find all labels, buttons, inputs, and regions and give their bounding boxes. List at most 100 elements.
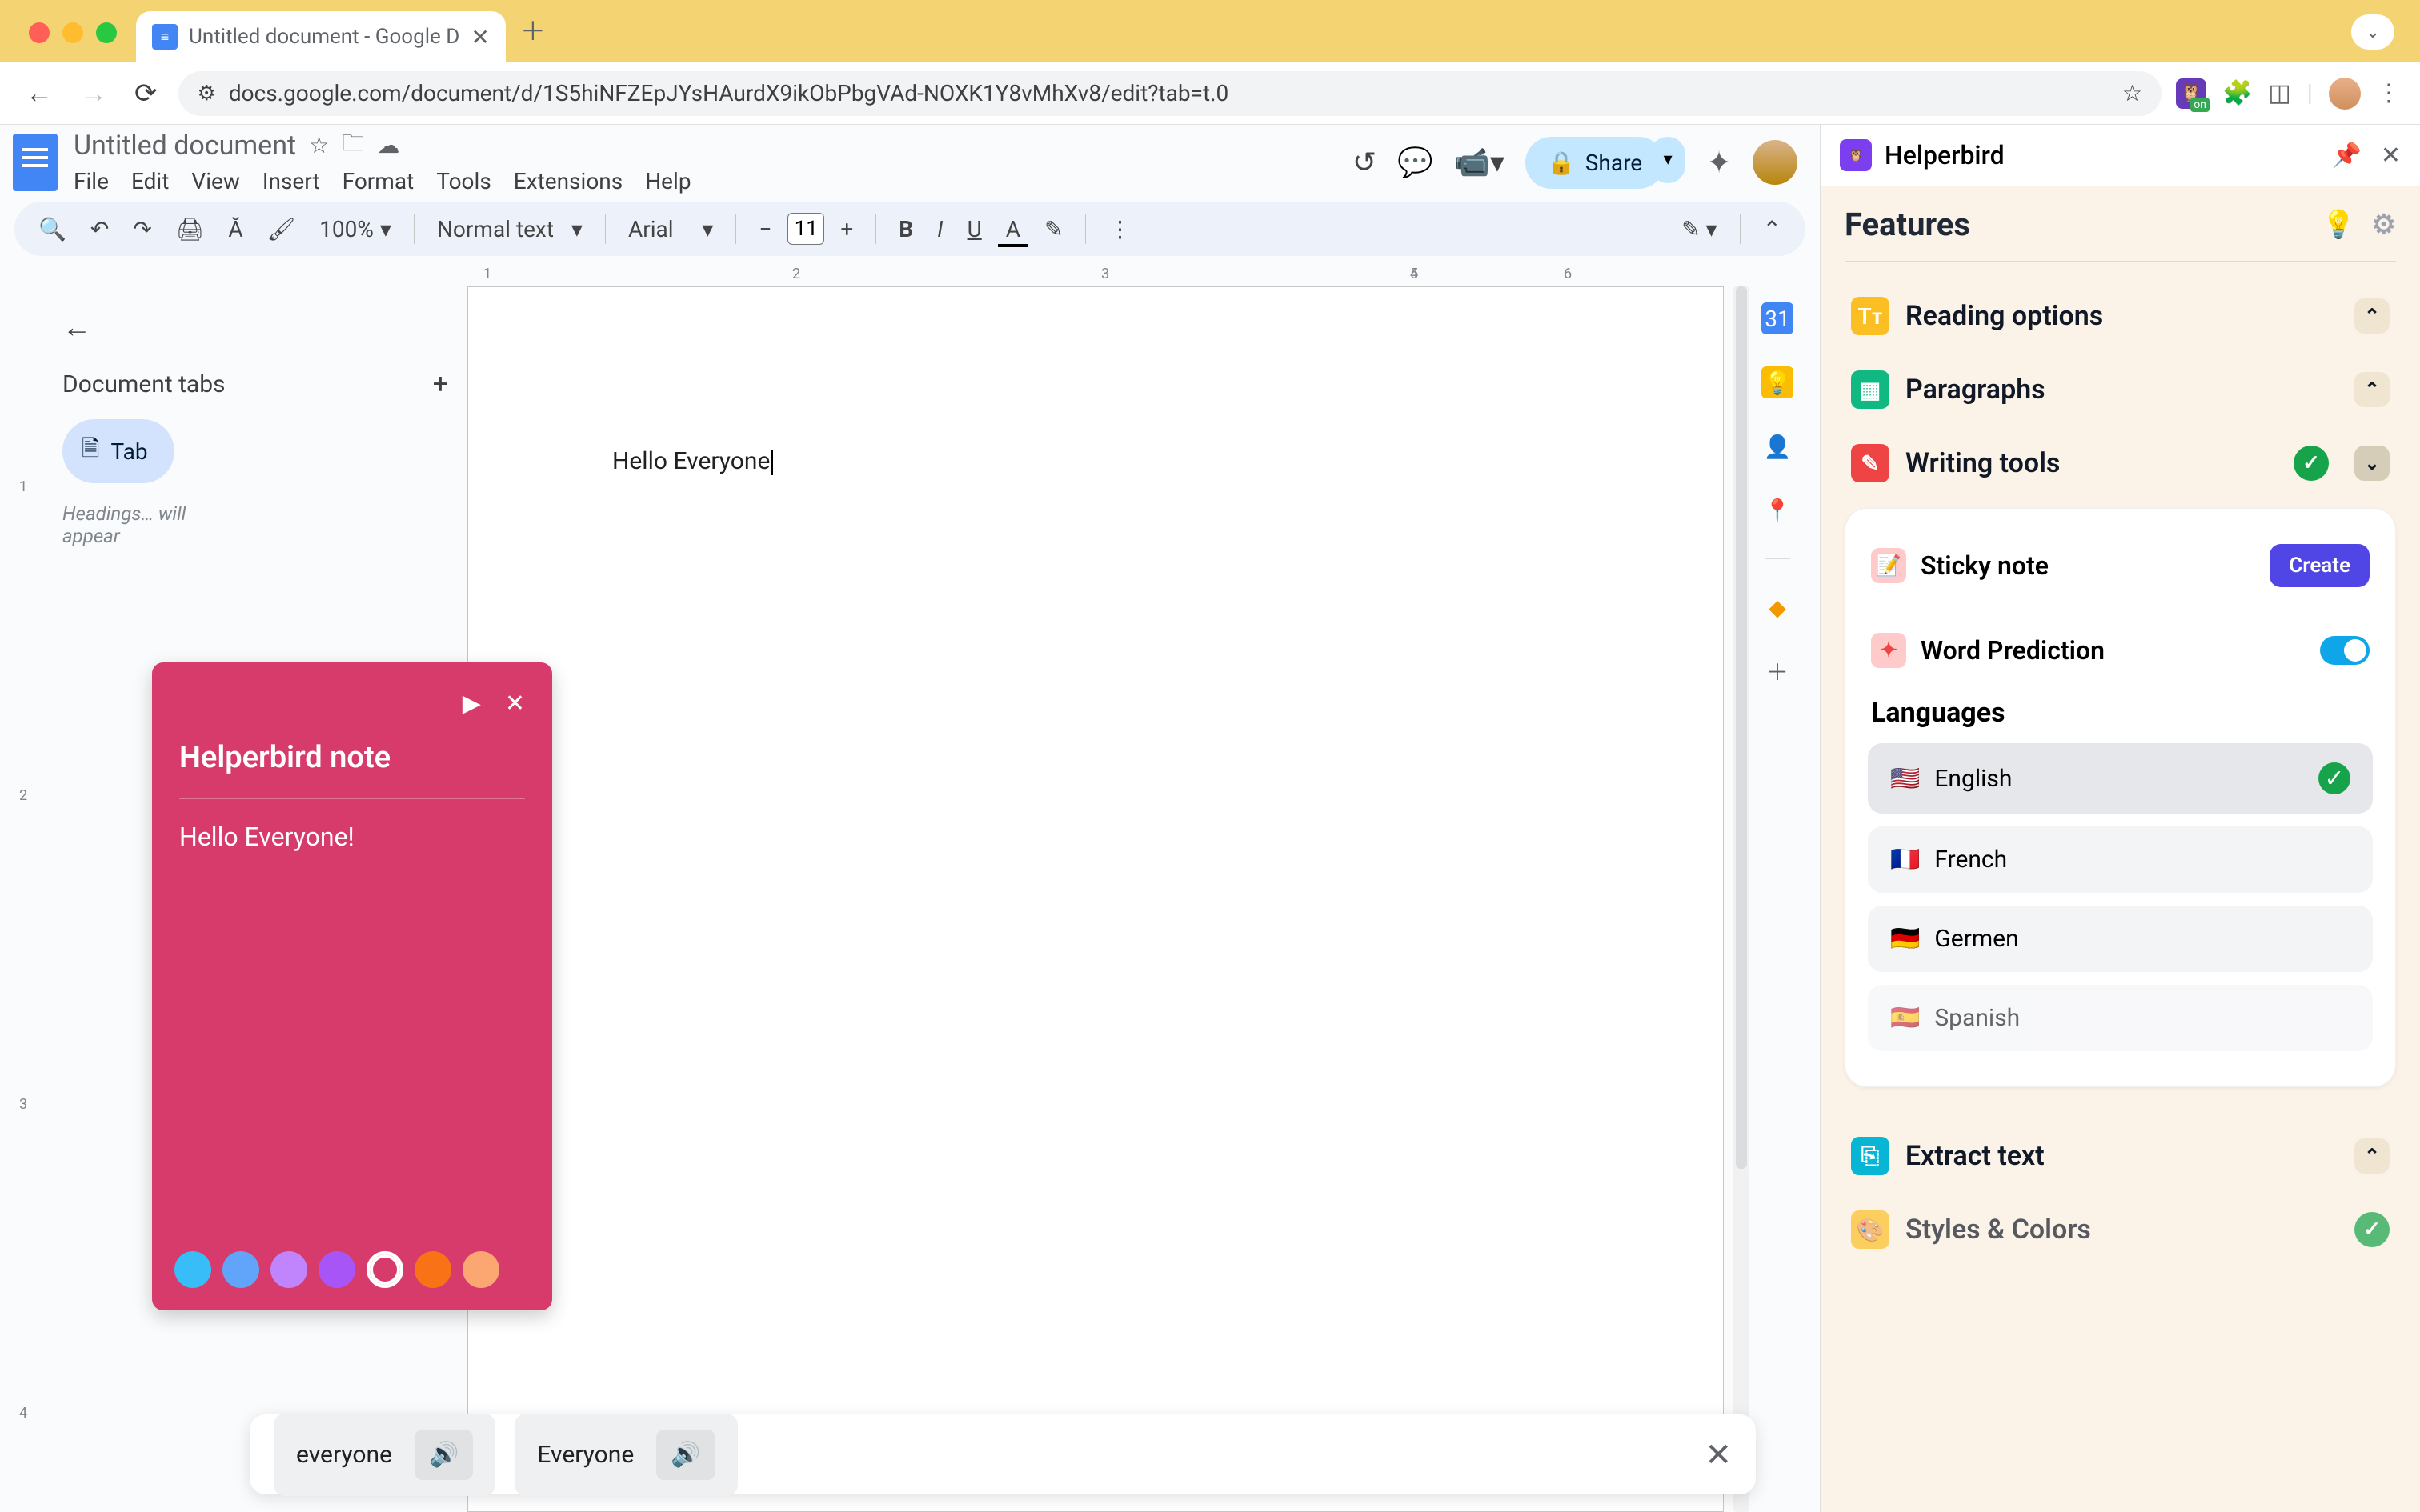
document-tab-active[interactable]: 🗎 Tab — [62, 419, 174, 483]
row-paragraphs[interactable]: ▦ Paragraphs ⌃ — [1845, 353, 2396, 426]
menu-view[interactable]: View — [191, 168, 240, 194]
panel-close-icon[interactable]: ✕ — [2381, 142, 2401, 170]
search-icon[interactable]: 🔍 — [30, 211, 74, 247]
sidebar-back-icon[interactable]: ← — [62, 310, 91, 344]
contacts-rail-icon[interactable]: 👤 — [1761, 430, 1793, 462]
redo-icon[interactable]: ↷ — [125, 211, 159, 247]
fontsize-decrease[interactable]: − — [751, 211, 779, 247]
add-addon-icon[interactable]: ＋ — [1761, 655, 1793, 687]
paint-format-icon[interactable]: 🖌 — [259, 211, 304, 247]
comments-icon[interactable]: 💬 — [1397, 146, 1433, 179]
chevron-up-icon[interactable]: ⌃ — [2354, 298, 2390, 334]
move-icon[interactable]: 🗀 — [342, 126, 364, 165]
sticky-close-icon[interactable]: ✕ — [505, 690, 525, 718]
language-item-french[interactable]: 🇫🇷 French — [1868, 826, 2373, 893]
chrome-menu-icon[interactable]: ⋮ — [2377, 79, 2401, 107]
share-dropdown[interactable]: ▾ — [1650, 137, 1685, 183]
menu-tools[interactable]: Tools — [436, 168, 491, 194]
word-prediction-toggle[interactable] — [2320, 636, 2370, 665]
window-zoom[interactable] — [96, 22, 117, 43]
maps-rail-icon[interactable]: 📍 — [1761, 494, 1793, 526]
row-styles-colors[interactable]: 🎨 Styles & Colors ✓ — [1845, 1193, 2396, 1266]
zoom-select[interactable]: 100% ▾ — [311, 211, 399, 247]
menu-insert[interactable]: Insert — [262, 168, 320, 194]
chevron-down-icon[interactable]: ⌄ — [2354, 446, 2390, 481]
pin-icon[interactable]: 📌 — [2332, 142, 2362, 170]
sticky-color-swatch[interactable] — [222, 1251, 259, 1288]
sticky-color-swatch[interactable] — [270, 1251, 307, 1288]
window-minimize[interactable] — [62, 22, 83, 43]
menu-help[interactable]: Help — [645, 168, 691, 194]
italic-button[interactable]: I — [929, 211, 951, 247]
highlight-button[interactable]: ✎ — [1036, 211, 1071, 247]
window-close[interactable] — [29, 22, 50, 43]
language-item-german[interactable]: 🇩🇪 Germen — [1868, 906, 2373, 972]
chevron-up-icon[interactable]: ⌃ — [2354, 1138, 2390, 1174]
account-avatar[interactable] — [1753, 140, 1797, 185]
more-formatting-icon[interactable]: ⋮ — [1100, 211, 1139, 247]
extension-helperbird-icon[interactable]: 🦉on — [2176, 78, 2206, 109]
keep-rail-icon[interactable]: 💡 — [1761, 366, 1793, 398]
row-reading-options[interactable]: Tᴛ Reading options ⌃ — [1845, 279, 2396, 353]
paragraph-style-select[interactable]: Normal text ▾ — [429, 211, 591, 247]
back-button[interactable]: ← — [19, 78, 59, 110]
calendar-rail-icon[interactable]: 31 — [1761, 302, 1793, 334]
gemini-icon[interactable]: ✦ — [1706, 145, 1732, 181]
star-icon[interactable]: ☆ — [309, 132, 329, 158]
row-extract-text[interactable]: ⎘ Extract text ⌃ — [1845, 1119, 2396, 1193]
row-writing-tools[interactable]: ✎ Writing tools ✓ ⌄ — [1845, 426, 2396, 500]
forward-button[interactable]: → — [74, 78, 114, 110]
prediction-chip[interactable]: everyone 🔊 — [274, 1414, 495, 1496]
vertical-ruler[interactable]: 1 2 3 4 — [14, 286, 43, 1512]
meet-icon[interactable]: 📹▾ — [1454, 146, 1504, 179]
history-icon[interactable]: ↺ — [1352, 146, 1376, 179]
prediction-chip[interactable]: Everyone 🔊 — [515, 1414, 737, 1496]
font-family-select[interactable]: Arial ▾ — [620, 211, 721, 247]
profile-avatar-icon[interactable] — [2329, 78, 2361, 110]
undo-icon[interactable]: ↶ — [82, 211, 117, 247]
chevron-up-icon[interactable]: ⌃ — [2354, 372, 2390, 407]
menu-file[interactable]: File — [74, 168, 109, 194]
speak-icon[interactable]: 🔊 — [656, 1430, 715, 1480]
browser-tab[interactable]: ≡ Untitled document - Google D ✕ — [136, 11, 506, 62]
sticky-color-swatch[interactable] — [319, 1251, 355, 1288]
reload-button[interactable]: ⟳ — [128, 78, 164, 110]
speak-icon[interactable]: 🔊 — [415, 1430, 473, 1480]
site-info-icon[interactable]: ⚙ — [198, 82, 216, 106]
docs-logo-icon[interactable] — [13, 134, 58, 191]
menu-extensions[interactable]: Extensions — [514, 168, 623, 194]
address-bar[interactable]: ⚙ docs.google.com/document/d/1S5hiNFZEpJ… — [178, 71, 2162, 116]
spellcheck-icon[interactable]: Ă — [220, 211, 250, 247]
language-item-spanish[interactable]: 🇪🇸 Spanish — [1868, 985, 2373, 1051]
document-page[interactable]: Hello Everyone — [467, 286, 1724, 1512]
cloud-status-icon[interactable]: ☁ — [377, 132, 399, 158]
sticky-color-swatch[interactable] — [415, 1251, 451, 1288]
sticky-play-icon[interactable]: ▶ — [463, 690, 481, 718]
menu-format[interactable]: Format — [343, 168, 415, 194]
side-panel-icon[interactable]: ◫ — [2268, 79, 2290, 107]
addon-rail-icon[interactable]: ◆ — [1761, 591, 1793, 623]
helperbird-sticky-note[interactable]: ▶ ✕ Helperbird note Hello Everyone! — [152, 662, 552, 1310]
underline-button[interactable]: U — [960, 211, 990, 247]
share-button[interactable]: 🔒 Share — [1525, 137, 1665, 189]
prediction-close-icon[interactable]: ✕ — [1705, 1436, 1732, 1474]
add-tab-button[interactable]: + — [433, 368, 448, 400]
fontsize-input[interactable] — [787, 213, 824, 245]
bookmark-star-icon[interactable]: ☆ — [2122, 80, 2142, 106]
lightbulb-icon[interactable]: 💡 — [2322, 209, 2355, 241]
new-tab-button[interactable]: ＋ — [520, 11, 546, 48]
sticky-color-swatch[interactable] — [174, 1251, 211, 1288]
vertical-scrollbar[interactable] — [1733, 286, 1749, 1512]
sticky-color-swatch-selected[interactable] — [367, 1251, 403, 1288]
tab-close[interactable]: ✕ — [471, 24, 489, 50]
sticky-note-body[interactable]: Hello Everyone! — [179, 822, 525, 852]
collapse-toolbar-icon[interactable]: ⌃ — [1755, 211, 1789, 247]
document-title[interactable]: Untitled document — [74, 130, 296, 162]
bold-button[interactable]: B — [891, 211, 921, 247]
fontsize-increase[interactable]: + — [832, 211, 861, 247]
language-item-english[interactable]: 🇺🇸 English ✓ — [1868, 743, 2373, 814]
extensions-icon[interactable]: 🧩 — [2222, 79, 2252, 107]
settings-gear-icon[interactable]: ⚙ — [2372, 209, 2396, 241]
tab-overflow-button[interactable]: ⌄ — [2351, 14, 2394, 50]
editing-mode-button[interactable]: ✎ ▾ — [1673, 211, 1725, 247]
